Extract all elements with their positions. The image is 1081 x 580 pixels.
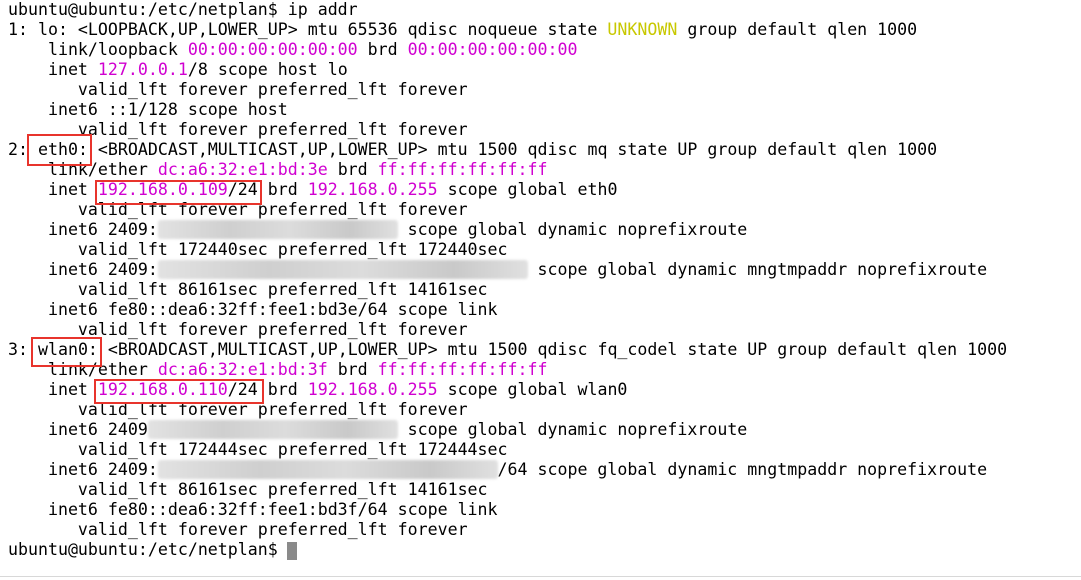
terminal-line: valid_lft forever preferred_lft forever (8, 80, 468, 100)
terminal-text: /64 scope global dynamic mngtmpaddr nopr… (497, 460, 988, 479)
terminal-text: 1: lo: <LOOPBACK,UP,LOWER_UP> mtu 65536 … (8, 20, 608, 39)
terminal-text: 192.168.0.255 (307, 180, 438, 199)
terminal-text: inet6 2409 (8, 420, 148, 439)
terminal-text: 127.0.0.1 (97, 60, 188, 79)
terminal-text: <BROADCAST,MULTICAST,UP,LOWER_UP> mtu 15… (97, 340, 1008, 359)
terminal-text: ubuntu@ubuntu:/etc/netplan$ (8, 540, 288, 559)
terminal-line: inet6 ::1/128 scope host (8, 100, 288, 120)
terminal-line: valid_lft 172440sec preferred_lft 172440… (8, 240, 508, 260)
terminal-line: inet 127.0.0.1/8 scope host lo (8, 60, 348, 80)
terminal-text: brd (357, 40, 408, 59)
redacted-address: xxxxxxxxxxxxxxxxxxxxxxxxxxxxxxxxxxxxx (157, 260, 528, 279)
terminal-text: inet (8, 180, 98, 199)
terminal-text: dc:a6:32:e1:bd:3e (157, 160, 328, 179)
terminal-text: group default qlen 1000 (677, 20, 918, 39)
terminal-line: link/loopback 00:00:00:00:00:00 brd 00:0… (8, 40, 578, 60)
terminal-text: inet6 2409: (8, 220, 158, 239)
terminal-text: inet (8, 380, 98, 399)
highlight-box-wlan0 (31, 337, 102, 367)
terminal-window[interactable]: ubuntu@ubuntu:/etc/netplan$ ip addr 1: lo… (0, 0, 1081, 580)
highlight-box-wlan0-ip (94, 379, 264, 404)
terminal-line: inet6 fe80::dea6:32ff:fee1:bd3f/64 scope… (8, 500, 498, 520)
terminal-line: inet6 2409xxxxxxxxxxxxxxxxxxxxxxxxx scop… (8, 420, 747, 440)
terminal-text: brd (327, 360, 378, 379)
terminal-line: ubuntu@ubuntu:/etc/netplan$ ip addr (8, 0, 358, 20)
terminal-line: 1: lo: <LOOPBACK,UP,LOWER_UP> mtu 65536 … (8, 20, 917, 40)
terminal-text: inet6 fe80::dea6:32ff:fee1:bd3f/64 scope… (8, 500, 498, 519)
terminal-text: ubuntu@ubuntu:/etc/netplan$ ip addr (8, 0, 358, 19)
terminal-line: ubuntu@ubuntu:/etc/netplan$ (8, 540, 288, 560)
terminal-text: valid_lft 172440sec preferred_lft 172440… (8, 240, 508, 259)
terminal-text: ff:ff:ff:ff:ff:ff (377, 160, 548, 179)
redacted-address: xxxxxxxxxxxxxxxxxxxxxxxx (157, 220, 398, 239)
terminal-text: inet6 2409: (8, 460, 158, 479)
terminal-text: 192.168.0.255 (307, 380, 438, 399)
highlight-box-eth0-ip (95, 180, 262, 205)
terminal-line: valid_lft 86161sec preferred_lft 14161se… (8, 480, 488, 500)
terminal-line: inet6 2409:xxxxxxxxxxxxxxxxxxxxxxxx scop… (8, 220, 747, 240)
terminal-text: UNKNOWN (607, 20, 678, 39)
terminal-line: 3: wlan0: <BROADCAST,MULTICAST,UP,LOWER_… (8, 340, 1007, 360)
terminal-text: scope global dynamic noprefixroute (397, 220, 748, 239)
terminal-text: scope global dynamic noprefixroute (397, 420, 748, 439)
terminal-text: inet6 2409: (8, 260, 158, 279)
terminal-text: link/loopback (8, 40, 188, 59)
terminal-text: inet (8, 60, 98, 79)
redacted-address: xxxxxxxxxxxxxxxxxxxxxxxxxxxxxxxxxx (157, 460, 498, 479)
terminal-text: valid_lft forever preferred_lft forever (8, 80, 468, 99)
terminal-line: valid_lft 172444sec preferred_lft 172444… (8, 440, 508, 460)
terminal-text: dc:a6:32:e1:bd:3f (157, 360, 328, 379)
terminal-line: inet6 2409:xxxxxxxxxxxxxxxxxxxxxxxxxxxxx… (8, 460, 987, 480)
terminal-text: brd (327, 160, 378, 179)
terminal-text: valid_lft 86161sec preferred_lft 14161se… (8, 280, 488, 299)
terminal-text: <BROADCAST,MULTICAST,UP,LOWER_UP> mtu 15… (87, 140, 938, 159)
highlight-box-eth0 (27, 134, 92, 166)
terminal-text: inet6 fe80::dea6:32ff:fee1:bd3e/64 scope… (8, 300, 498, 319)
terminal-text: 00:00:00:00:00:00 (407, 40, 578, 59)
terminal-text: valid_lft 172444sec preferred_lft 172444… (8, 440, 508, 459)
terminal-text: ff:ff:ff:ff:ff:ff (377, 360, 548, 379)
terminal-text: valid_lft forever preferred_lft forever (8, 520, 468, 539)
terminal-text: scope global eth0 (437, 180, 618, 199)
terminal-text: 00:00:00:00:00:00 (187, 40, 358, 59)
terminal-cursor (287, 542, 297, 560)
terminal-text: scope global dynamic mngtmpaddr noprefix… (527, 260, 988, 279)
terminal-line: inet6 2409:xxxxxxxxxxxxxxxxxxxxxxxxxxxxx… (8, 260, 987, 280)
terminal-text: valid_lft 86161sec preferred_lft 14161se… (8, 480, 488, 499)
terminal-line: valid_lft forever preferred_lft forever (8, 520, 468, 540)
divider (0, 576, 1081, 577)
terminal-line: inet6 fe80::dea6:32ff:fee1:bd3e/64 scope… (8, 300, 498, 320)
terminal-line: 2: eth0: <BROADCAST,MULTICAST,UP,LOWER_U… (8, 140, 937, 160)
terminal-line: valid_lft 86161sec preferred_lft 14161se… (8, 280, 488, 300)
terminal-text: /8 scope host lo (187, 60, 348, 79)
redacted-address: xxxxxxxxxxxxxxxxxxxxxxxxx (147, 420, 398, 439)
terminal-text: inet6 ::1/128 scope host (8, 100, 288, 119)
terminal-text: scope global wlan0 (437, 380, 628, 399)
